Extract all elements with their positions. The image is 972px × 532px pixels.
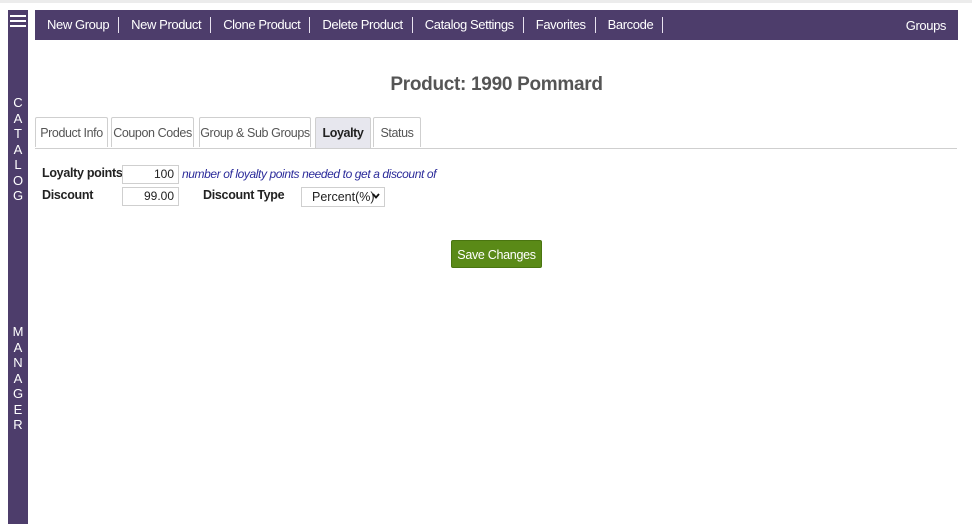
loyalty-hint-text: number of loyalty points needed to get a… bbox=[182, 167, 437, 181]
new-group-button[interactable]: New Group bbox=[35, 17, 120, 33]
delete-product-button[interactable]: Delete Product bbox=[310, 17, 413, 33]
tab-product-info[interactable]: Product Info bbox=[35, 117, 108, 147]
catalog-manager-sidebar: C A T A L O G M A N A G E R bbox=[8, 10, 28, 524]
discount-type-label: Discount Type bbox=[203, 188, 285, 202]
sidebar-letter: A bbox=[13, 370, 23, 386]
sidebar-word-catalog: C A T A L O G bbox=[8, 95, 28, 204]
sidebar-letter: A bbox=[13, 339, 23, 355]
loyalty-points-input[interactable]: 100 bbox=[122, 165, 179, 184]
barcode-button[interactable]: Barcode bbox=[596, 17, 664, 33]
groups-button[interactable]: Groups bbox=[906, 18, 958, 33]
sidebar-word-manager: M A N A G E R bbox=[8, 324, 28, 433]
discount-type-select[interactable]: Percent(%) bbox=[301, 187, 385, 207]
hamburger-icon[interactable] bbox=[10, 13, 26, 27]
sidebar-letter: R bbox=[13, 417, 23, 432]
loyalty-points-label: Loyalty points bbox=[42, 166, 123, 180]
sidebar-letter: A bbox=[13, 141, 23, 157]
sidebar-letter: M bbox=[12, 324, 24, 339]
sidebar-letter: E bbox=[13, 401, 23, 417]
save-changes-button[interactable]: Save Changes bbox=[451, 240, 542, 268]
product-tabs: Product Info Coupon Codes Group & Sub Gr… bbox=[35, 117, 957, 149]
chevron-down-icon bbox=[372, 193, 380, 199]
sidebar-letter: G bbox=[12, 386, 24, 401]
tab-coupon-codes[interactable]: Coupon Codes bbox=[111, 117, 194, 147]
sidebar-letter: O bbox=[12, 172, 24, 188]
tab-loyalty[interactable]: Loyalty bbox=[315, 117, 371, 148]
sidebar-letter: A bbox=[13, 110, 23, 126]
top-border bbox=[0, 0, 972, 3]
discount-input[interactable]: 99.00 bbox=[122, 187, 179, 206]
discount-label: Discount bbox=[42, 188, 94, 202]
page-title: Product: 1990 Pommard bbox=[390, 74, 603, 95]
sidebar-letter: L bbox=[14, 157, 22, 172]
clone-product-button[interactable]: Clone Product bbox=[211, 17, 311, 33]
favorites-button[interactable]: Favorites bbox=[524, 17, 596, 33]
catalog-settings-button[interactable]: Catalog Settings bbox=[413, 17, 524, 33]
sidebar-letter: C bbox=[13, 95, 23, 110]
tab-group-sub-groups[interactable]: Group & Sub Groups bbox=[199, 117, 311, 147]
new-product-button[interactable]: New Product bbox=[119, 17, 212, 33]
sidebar-letter: N bbox=[13, 355, 23, 370]
discount-type-value: Percent(%) bbox=[312, 190, 375, 204]
sidebar-letter: G bbox=[12, 188, 24, 203]
sidebar-letter: T bbox=[14, 126, 22, 141]
top-toolbar: New Group New Product Clone Product Dele… bbox=[35, 10, 958, 40]
tab-status[interactable]: Status bbox=[373, 117, 421, 147]
